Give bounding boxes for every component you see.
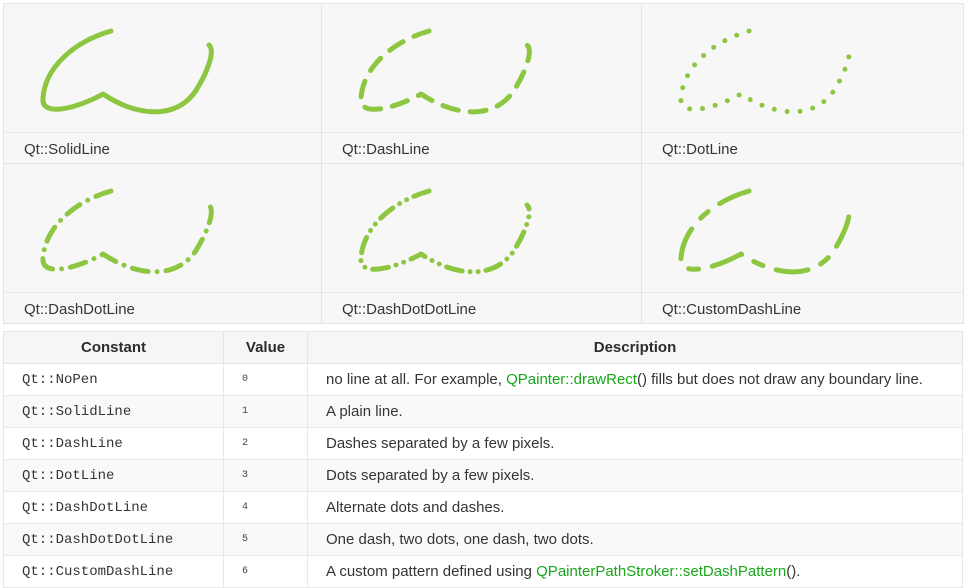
cell-value: 2 [223, 427, 308, 460]
cell-description: Dots separated by a few pixels. [307, 459, 963, 492]
pen-image-dash-dot [4, 164, 321, 293]
pen-curve-dash-dot [40, 188, 214, 275]
pen-caption: Qt::DashLine [342, 141, 430, 158]
cell-description: no line at all. For example, QPainter::d… [307, 363, 963, 396]
pen-style-table: Constant Value Description Qt::NoPen 0 n… [3, 331, 963, 588]
table-row: Qt::DashLine 2 Dashes separated by a few… [3, 427, 963, 460]
cell-constant: Qt::SolidLine [3, 395, 224, 428]
table-row: Qt::NoPen 0 no line at all. For example,… [3, 363, 963, 396]
table-row: Qt::DashDotDotLine 5 One dash, two dots,… [3, 523, 963, 556]
cell-value: 5 [223, 523, 308, 556]
desc-text: no line at all. For example, [326, 371, 507, 388]
pen-image-dash-dot-dot [322, 164, 641, 293]
pen-caption: Qt::DashDotDotLine [342, 301, 477, 318]
table-row: Qt::DotLine 3 Dots separated by a few pi… [3, 459, 963, 492]
cell-constant: Qt::DashLine [3, 427, 224, 460]
cell-constant: Qt::DashDotLine [3, 491, 224, 524]
cell-value: 3 [223, 459, 308, 492]
pen-cell-dash-dot: Qt::DashDotLine [4, 164, 322, 324]
pen-curve-custom-dash [678, 188, 852, 275]
table-row: Qt::SolidLine 1 A plain line. [3, 395, 963, 428]
link-qpainterpathstroker-setdashpattern[interactable]: QPainterPathStroker::setDashPattern [536, 563, 786, 580]
pen-caption: Qt::CustomDashLine [662, 301, 802, 318]
header-value: Value [223, 331, 308, 364]
table-row: Qt::DashDotLine 4 Alternate dots and das… [3, 491, 963, 524]
header-description: Description [307, 331, 963, 364]
cell-description: A custom pattern defined using QPainterP… [307, 555, 963, 588]
desc-text: () fills but does not draw any boundary … [636, 371, 923, 388]
pen-cell-dash-dot-dot: Qt::DashDotDotLine [322, 164, 642, 324]
cell-constant: Qt::DashDotDotLine [3, 523, 224, 556]
header-constant: Constant [3, 331, 224, 364]
pen-curve-dot [678, 28, 852, 115]
pen-curve-dash [358, 28, 532, 115]
pen-cell-custom-dash: Qt::CustomDashLine [642, 164, 964, 324]
pen-curve-solid [40, 28, 214, 115]
cell-constant: Qt::CustomDashLine [3, 555, 224, 588]
link-qpainter-drawrect[interactable]: QPainter::drawRect [506, 371, 637, 388]
pen-caption: Qt::DotLine [662, 141, 738, 158]
pen-cell-dot: Qt::DotLine [642, 4, 964, 164]
cell-description: A plain line. [307, 395, 963, 428]
pen-image-solid [4, 4, 321, 133]
pen-image-dash [322, 4, 641, 133]
cell-value: 6 [223, 555, 308, 588]
pen-image-custom-dash [642, 164, 963, 293]
cell-value: 4 [223, 491, 308, 524]
desc-text: A custom pattern defined using [326, 563, 537, 580]
table-header-row: Constant Value Description [3, 331, 963, 364]
pen-style-gallery: Qt::SolidLine Qt::DashLine Qt::DotLine Q… [3, 3, 964, 324]
cell-description: Dashes separated by a few pixels. [307, 427, 963, 460]
pen-image-dot [642, 4, 963, 133]
cell-constant: Qt::NoPen [3, 363, 224, 396]
cell-value: 1 [223, 395, 308, 428]
pen-curve-dash-dot-dot [358, 188, 532, 275]
table-row: Qt::CustomDashLine 6 A custom pattern de… [3, 555, 963, 588]
cell-constant: Qt::DotLine [3, 459, 224, 492]
desc-text: (). [786, 563, 801, 580]
pen-caption: Qt::DashDotLine [24, 301, 135, 318]
cell-description: One dash, two dots, one dash, two dots. [307, 523, 963, 556]
pen-caption: Qt::SolidLine [24, 141, 110, 158]
pen-cell-solid: Qt::SolidLine [4, 4, 322, 164]
cell-value: 0 [223, 363, 308, 396]
cell-description: Alternate dots and dashes. [307, 491, 963, 524]
pen-cell-dash: Qt::DashLine [322, 4, 642, 164]
